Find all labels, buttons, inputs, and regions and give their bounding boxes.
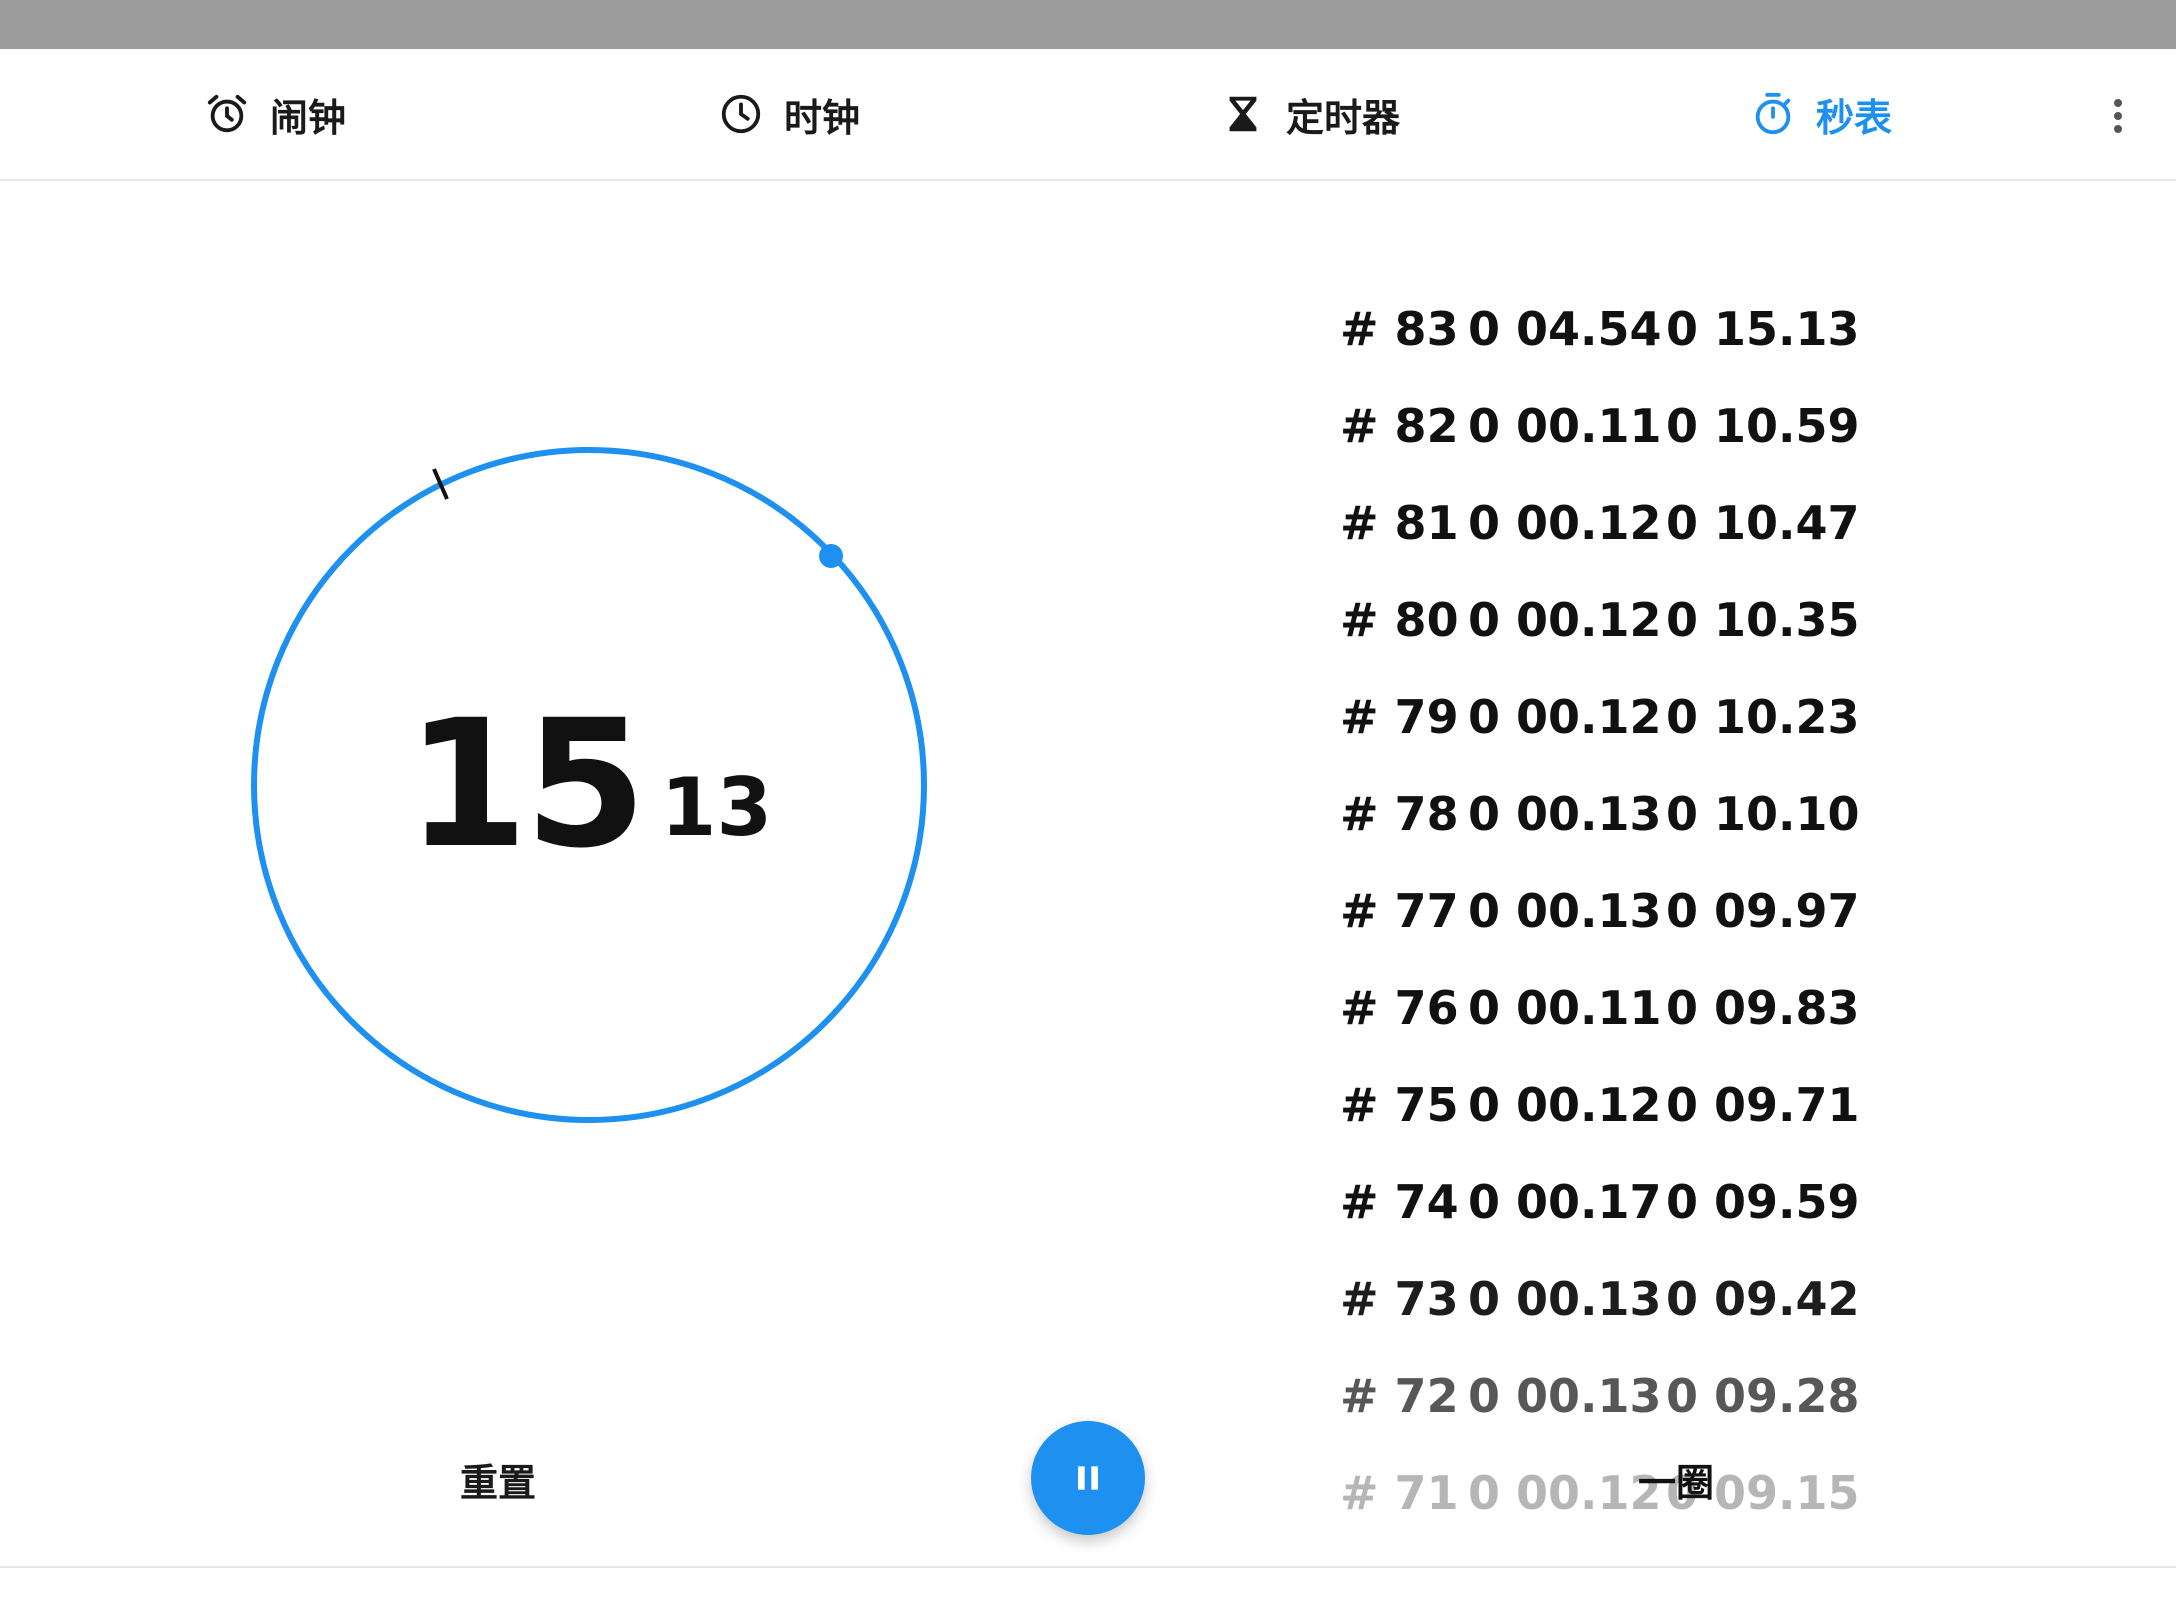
- elapsed-time: 15 13: [244, 440, 934, 1130]
- lap-number: # 75: [1340, 1077, 1459, 1132]
- lap-total: 0 09.71: [1666, 1077, 1860, 1132]
- lap-time: 0 00.12: [1468, 1465, 1662, 1520]
- tab-timer-label: 定时器: [1286, 95, 1401, 140]
- lap-row: # 74 0 00.17 0 09.59: [1340, 1153, 1880, 1250]
- tab-bar: 闹钟 时钟 定时器 秒表: [0, 49, 2176, 181]
- lap-number: # 74: [1340, 1174, 1459, 1229]
- lap-time: 0 00.12: [1468, 495, 1662, 550]
- lap-total: 0 10.10: [1666, 786, 1860, 841]
- pause-icon: [1078, 1466, 1098, 1490]
- lap-total: 0 15.13: [1666, 301, 1860, 356]
- lap-total: 0 09.59: [1666, 1174, 1860, 1229]
- lap-total: 0 09.97: [1666, 883, 1860, 938]
- lap-row: # 72 0 00.13 0 09.28: [1340, 1347, 1880, 1444]
- tab-stopwatch[interactable]: 秒表: [1750, 87, 1892, 141]
- lap-time: 0 00.13: [1468, 786, 1662, 841]
- lap-row: # 80 0 00.12 0 10.35: [1340, 571, 1880, 668]
- lap-number: # 76: [1340, 980, 1459, 1035]
- lap-total: 0 10.23: [1666, 689, 1860, 744]
- lap-total: 0 10.35: [1666, 592, 1860, 647]
- lap-row: # 82 0 00.11 0 10.59: [1340, 377, 1880, 474]
- stopwatch-dial: 15 13: [244, 440, 934, 1130]
- lap-row: # 83 0 04.54 0 15.13: [1340, 280, 1880, 377]
- lap-total: 0 09.42: [1666, 1271, 1860, 1326]
- lap-time: 0 00.12: [1468, 1077, 1662, 1132]
- lap-list[interactable]: # 83 0 04.54 0 15.13 # 82 0 00.11 0 10.5…: [1340, 280, 1880, 1541]
- lap-time: 0 00.13: [1468, 1271, 1662, 1326]
- tab-alarm[interactable]: 闹钟: [204, 87, 346, 141]
- more-vertical-icon: [2114, 99, 2122, 133]
- tab-alarm-label: 闹钟: [270, 95, 347, 140]
- elapsed-centiseconds: 13: [660, 761, 773, 854]
- clock-icon: [721, 94, 761, 134]
- lap-time: 0 00.17: [1468, 1174, 1662, 1229]
- lap-time: 0 00.12: [1468, 592, 1662, 647]
- lap-number: # 82: [1340, 398, 1459, 453]
- lap-total: 0 10.59: [1666, 398, 1860, 453]
- lap-row: # 75 0 00.12 0 09.71: [1340, 1056, 1880, 1153]
- lap-button[interactable]: 一圈: [1638, 1452, 1714, 1507]
- hourglass-icon: [1229, 96, 1257, 132]
- status-bar: [0, 0, 2176, 49]
- lap-total: 0 09.83: [1666, 980, 1860, 1035]
- lap-number: # 79: [1340, 689, 1459, 744]
- tab-clock-label: 时钟: [784, 95, 861, 140]
- lap-time: 0 04.54: [1468, 301, 1662, 356]
- lap-time: 0 00.11: [1468, 398, 1662, 453]
- tab-stopwatch-label: 秒表: [1816, 95, 1893, 140]
- lap-row: # 73 0 00.13 0 09.42: [1340, 1250, 1880, 1347]
- tab-timer[interactable]: 定时器: [1220, 87, 1400, 141]
- lap-number: # 78: [1340, 786, 1459, 841]
- tab-clock[interactable]: 时钟: [718, 87, 860, 141]
- lap-number: # 80: [1340, 592, 1459, 647]
- lap-total: 0 09.28: [1666, 1368, 1860, 1423]
- stopwatch-icon: [1755, 92, 1791, 135]
- lap-number: # 73: [1340, 1271, 1459, 1326]
- lap-row: # 78 0 00.13 0 10.10: [1340, 765, 1880, 862]
- reset-button[interactable]: 重置: [460, 1452, 536, 1507]
- lap-total: 0 10.47: [1666, 495, 1860, 550]
- alarm-clock-icon: [207, 94, 247, 133]
- lap-row: # 81 0 00.12 0 10.47: [1340, 474, 1880, 571]
- lap-time: 0 00.11: [1468, 980, 1662, 1035]
- lap-time: 0 00.13: [1468, 883, 1662, 938]
- elapsed-seconds: 15: [405, 682, 647, 887]
- lap-number: # 71: [1340, 1465, 1459, 1520]
- lap-time: 0 00.12: [1468, 689, 1662, 744]
- lap-number: # 72: [1340, 1368, 1459, 1423]
- lap-number: # 77: [1340, 883, 1459, 938]
- bottom-divider: [0, 1566, 2176, 1568]
- lap-row: # 79 0 00.12 0 10.23: [1340, 668, 1880, 765]
- lap-number: # 81: [1340, 495, 1459, 550]
- pause-button[interactable]: [1031, 1421, 1145, 1535]
- lap-row: # 76 0 00.11 0 09.83: [1340, 959, 1880, 1056]
- lap-row: # 71 0 00.12 0 09.15: [1340, 1444, 1880, 1541]
- more-options-button[interactable]: [2100, 91, 2136, 141]
- lap-row: # 77 0 00.13 0 09.97: [1340, 862, 1880, 959]
- lap-number: # 83: [1340, 301, 1459, 356]
- lap-time: 0 00.13: [1468, 1368, 1662, 1423]
